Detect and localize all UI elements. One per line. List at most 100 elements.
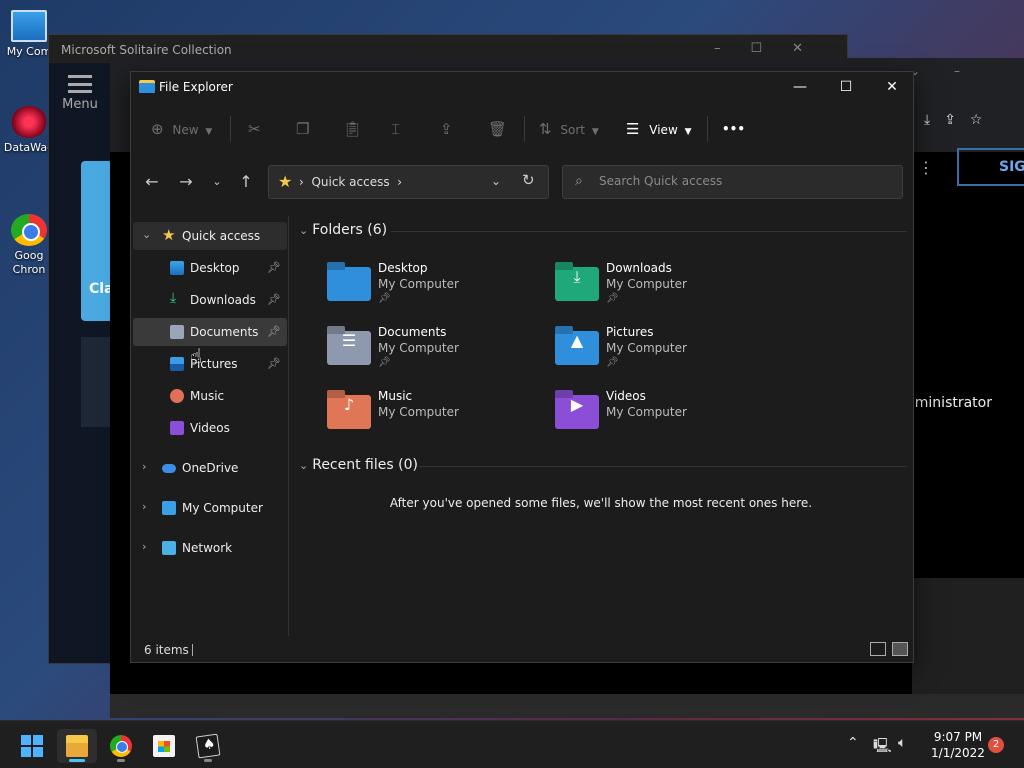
chevron-down-icon: ▼ xyxy=(591,127,599,137)
view-button[interactable]: ☰ View ▼ xyxy=(626,118,692,140)
nav-item-network[interactable]: › Network xyxy=(133,534,287,562)
clock[interactable]: 9:07 PM 1/1/2022 xyxy=(925,729,991,761)
rename-button[interactable]: ⌶ xyxy=(391,118,400,140)
recent-files-section-header[interactable]: ⌄ Recent files (0) xyxy=(299,457,418,473)
section-divider xyxy=(391,231,907,232)
running-indicator xyxy=(69,759,85,762)
sort-button[interactable]: ⇅ Sort ▼ xyxy=(539,118,599,140)
more-options-button[interactable]: ••• xyxy=(722,118,745,140)
taskbar-chrome[interactable] xyxy=(101,729,141,763)
hamburger-icon xyxy=(68,75,92,93)
share-button[interactable]: ⇪ xyxy=(440,118,453,140)
forward-arrow-icon[interactable]: → xyxy=(174,170,198,194)
cut-button[interactable]: ✂ xyxy=(248,118,261,140)
back-arrow-icon[interactable]: ← xyxy=(140,170,164,194)
plus-circle-icon: ⊕ xyxy=(151,120,164,138)
maximize-button[interactable]: ☐ xyxy=(823,72,869,102)
breadcrumb-quick-access[interactable]: Quick access xyxy=(311,175,389,189)
explorer-titlebar: File Explorer — ☐ ✕ xyxy=(131,72,913,102)
refresh-icon[interactable]: ↻ xyxy=(522,171,535,189)
folder-location: My Computer xyxy=(378,405,459,419)
nav-item-desktop[interactable]: Desktop 📌︎ xyxy=(133,254,287,282)
document-icon xyxy=(170,325,184,339)
start-button[interactable] xyxy=(12,729,52,763)
recent-locations-chevron-icon[interactable]: ⌄ xyxy=(205,170,229,194)
nav-label: OneDrive xyxy=(182,461,239,475)
solitaire-game-card[interactable]: Cla xyxy=(81,161,114,321)
volume-icon[interactable]: 🔈︎ xyxy=(898,735,906,751)
sign-in-button[interactable]: SIG xyxy=(957,148,1024,186)
folder-tile-downloads[interactable]: ⤓ Downloads My Computer 📌︎ xyxy=(555,261,775,317)
nav-item-my-computer[interactable]: › My Computer xyxy=(133,494,287,522)
document-lines-icon: ☰ xyxy=(341,331,357,350)
chevron-down-icon: ⌄ xyxy=(299,224,309,237)
chevron-right-icon: › xyxy=(142,540,147,553)
nav-item-documents[interactable]: Documents 📌︎ xyxy=(133,318,287,346)
chevron-right-icon: › xyxy=(142,500,147,513)
solitaire-window-controls[interactable]: –☐✕ xyxy=(714,41,833,56)
trash-icon: 🗑︎ xyxy=(488,120,508,138)
search-box[interactable]: ⌕ xyxy=(562,165,903,199)
music-icon xyxy=(170,389,184,403)
chevron-down-icon: ⌄ xyxy=(299,459,309,472)
taskbar: ⌃ 🖳︎ 🔈︎ 9:07 PM 1/1/2022 2 xyxy=(0,720,1024,768)
solitaire-menu-button[interactable]: Menu xyxy=(49,63,111,112)
content-pane: ⌄ Folders (6) Desktop My Computer 📌︎ ⤓ Do… xyxy=(291,216,911,636)
address-dropdown-icon[interactable]: ⌄ xyxy=(491,174,501,188)
nav-item-videos[interactable]: Videos xyxy=(133,414,287,442)
folder-tile-videos[interactable]: ▶ Videos My Computer xyxy=(555,389,775,445)
folder-tile-desktop[interactable]: Desktop My Computer 📌︎ xyxy=(327,261,547,317)
chrome-icon xyxy=(11,214,47,246)
breadcrumb[interactable]: › Quick access › xyxy=(299,175,402,189)
browser-bottom-bar xyxy=(110,694,1024,718)
browser-address-tools[interactable]: ⤓⇪☆ xyxy=(914,106,1024,136)
taskbar-file-explorer[interactable] xyxy=(57,729,97,763)
clock-date: 1/1/2022 xyxy=(931,746,985,760)
nav-item-quick-access[interactable]: ⌄ ★ Quick access xyxy=(133,222,287,250)
network-icon xyxy=(162,541,176,555)
large-icons-view-icon[interactable] xyxy=(892,642,908,656)
file-explorer-window[interactable]: File Explorer — ☐ ✕ ⊕ New ▼ ✂ ❐ 📋︎ ⌶ ⇪ 🗑… xyxy=(130,71,914,663)
nav-item-music[interactable]: Music xyxy=(133,382,287,410)
up-arrow-icon[interactable]: ↑ xyxy=(234,170,258,194)
star-icon: ★ xyxy=(162,226,176,244)
kebab-menu-icon[interactable]: ⋮ xyxy=(918,158,934,177)
browser-window-controls[interactable]: ⌄– xyxy=(910,64,994,78)
folder-name: Downloads xyxy=(606,261,672,275)
search-input[interactable] xyxy=(599,174,889,188)
computer-icon xyxy=(11,10,47,42)
nav-item-onedrive[interactable]: › OneDrive xyxy=(133,454,287,482)
chevron-right-icon: › xyxy=(142,460,147,473)
address-bar[interactable]: ★ › Quick access › ⌄ ↻ xyxy=(268,165,549,199)
section-title: Folders (6) xyxy=(312,222,388,238)
folder-tile-documents[interactable]: ☰ Documents My Computer 📌︎ xyxy=(327,325,547,381)
hand-cursor-icon: ☝ xyxy=(190,344,203,368)
nav-item-pictures[interactable]: Pictures 📌︎ xyxy=(133,350,287,378)
folder-tile-music[interactable]: ♪ Music My Computer xyxy=(327,389,547,445)
copy-icon: ❐ xyxy=(296,120,310,138)
solitaire-game-card-2[interactable] xyxy=(81,337,111,427)
minimize-button[interactable]: — xyxy=(777,72,823,102)
details-view-icon[interactable] xyxy=(870,642,886,656)
sign-in-label: SIG xyxy=(999,159,1024,175)
network-tray-icon[interactable]: 🖳︎ xyxy=(873,735,892,759)
new-button[interactable]: ⊕ New ▼ xyxy=(151,118,212,140)
folders-section-header[interactable]: ⌄ Folders (6) xyxy=(299,222,387,238)
paste-button[interactable]: 📋︎ xyxy=(343,118,362,140)
folder-desktop-icon xyxy=(327,267,371,301)
delete-button[interactable]: 🗑︎ xyxy=(488,118,507,140)
navigation-row: ← → ⌄ ↑ ★ › Quick access › ⌄ ↻ ⌕ xyxy=(131,158,913,204)
command-bar: ⊕ New ▼ ✂ ❐ 📋︎ ⌶ ⇪ 🗑︎ ⇅ Sort ▼ ☰ View ▼ … xyxy=(131,108,913,150)
folder-tile-pictures[interactable]: ▲ Pictures My Computer 📌︎ xyxy=(555,325,775,381)
notification-badge[interactable]: 2 xyxy=(988,737,1004,753)
show-hidden-icons-chevron-icon[interactable]: ⌃ xyxy=(847,735,859,751)
close-button[interactable]: ✕ xyxy=(869,72,915,102)
solitaire-title: Microsoft Solitaire Collection xyxy=(61,43,232,57)
new-label: New xyxy=(172,123,199,137)
copy-button[interactable]: ❐ xyxy=(296,118,309,140)
pin-icon: 📌︎ xyxy=(606,293,619,304)
taskbar-store[interactable] xyxy=(144,729,184,763)
nav-label: Downloads xyxy=(190,293,256,307)
nav-item-downloads[interactable]: ⤓ Downloads 📌︎ xyxy=(133,286,287,314)
taskbar-solitaire[interactable] xyxy=(188,729,228,763)
